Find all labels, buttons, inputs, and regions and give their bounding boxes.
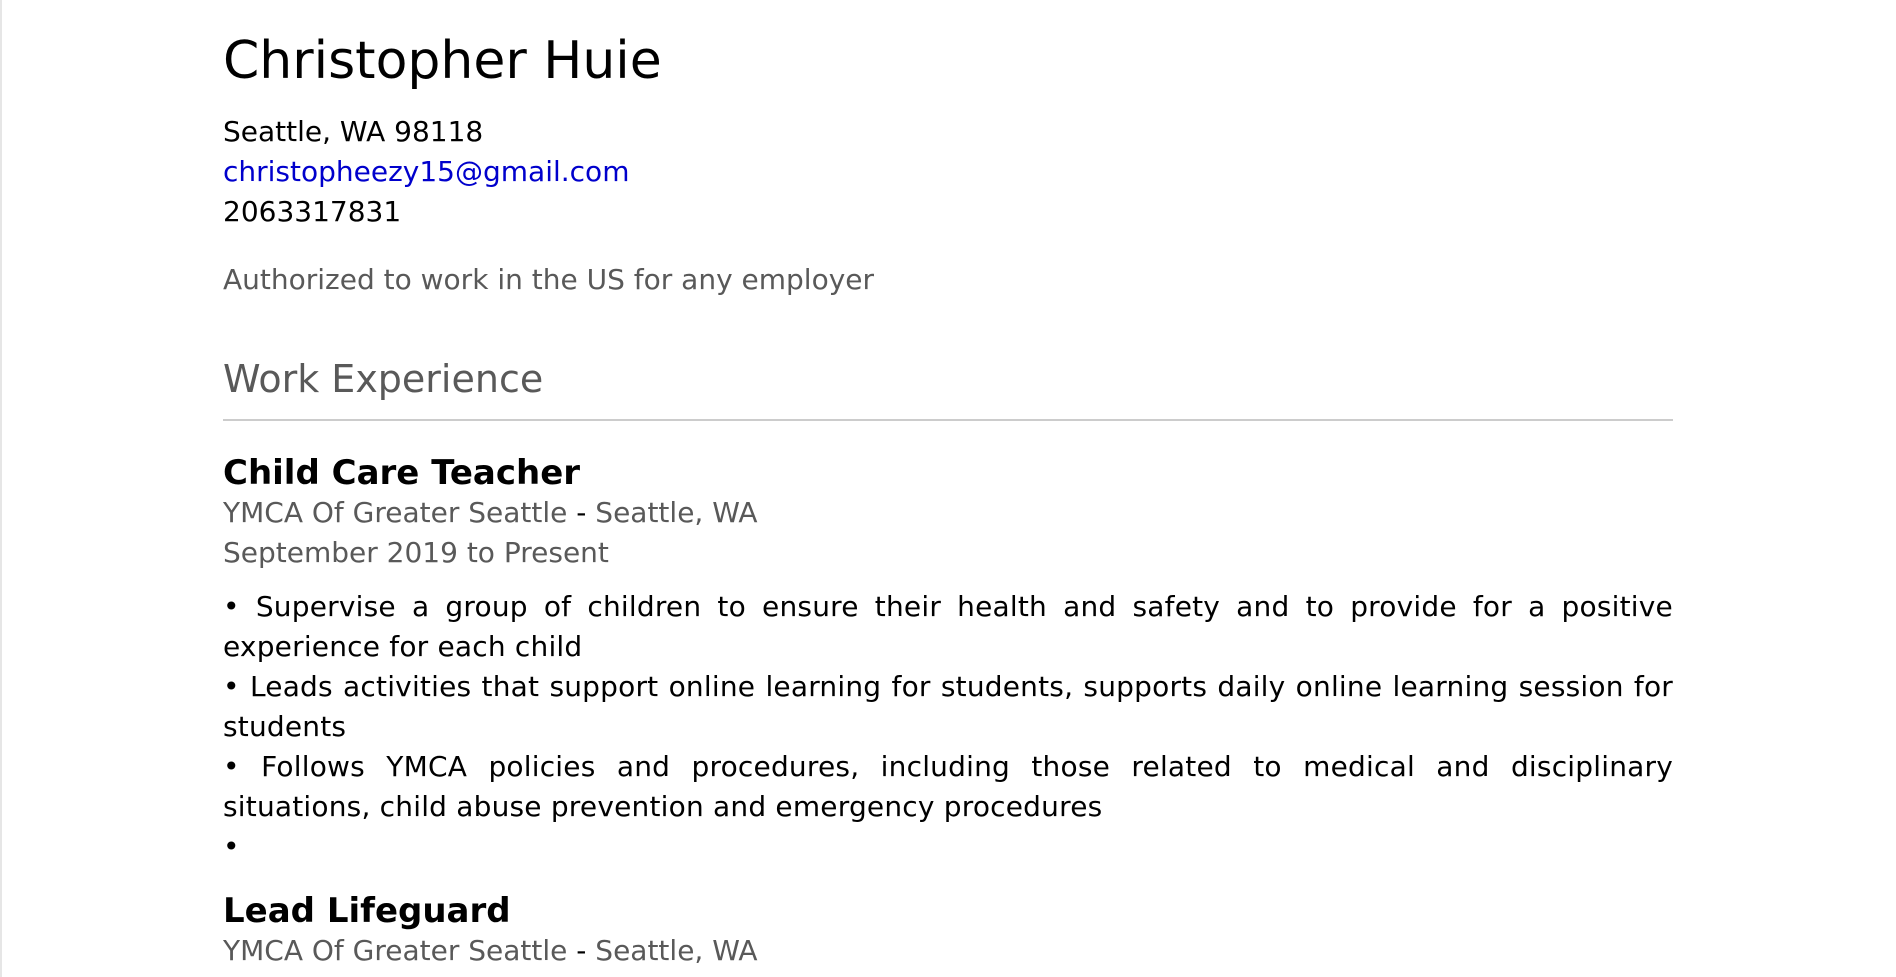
job-location: Seattle, WA <box>595 933 758 967</box>
job-company-line: YMCA Of Greater Seattle - Seattle, WA <box>223 493 1673 533</box>
contact-info: Seattle, WA 98118 christopheezy15@gmail.… <box>223 112 1673 232</box>
job-company: YMCA Of Greater Seattle <box>223 933 568 967</box>
page-left-border <box>0 0 2 977</box>
job-title: Lead Lifeguard <box>223 890 511 931</box>
phone-text: 2063317831 <box>223 195 402 228</box>
location-text: Seattle, WA 98118 <box>223 115 484 148</box>
job-entry: Child Care Teacher YMCA Of Greater Seatt… <box>223 453 1673 867</box>
job-separator: - <box>567 933 596 967</box>
duty-item: • Leads activities that support online l… <box>223 669 1673 743</box>
job-company-line: YMCA Of Greater Seattle - Seattle, WA <box>223 931 1673 971</box>
job-separator: - <box>567 495 596 529</box>
job-dates: September 2019 to Present <box>223 535 609 569</box>
job-company: YMCA Of Greater Seattle <box>223 495 568 529</box>
email-link[interactable]: christopheezy15@gmail.com <box>223 152 1673 192</box>
document-page: Christopher Huie Seattle, WA 98118 chris… <box>0 0 1896 977</box>
work-experience-heading: Work Experience <box>223 353 1673 421</box>
duty-item: • Supervise a group of children to ensur… <box>223 589 1673 663</box>
job-duties: • Supervise a group of children to ensur… <box>223 587 1673 867</box>
job-entry: Lead Lifeguard YMCA Of Greater Seattle -… <box>223 891 1673 971</box>
duty-item: • <box>223 829 240 863</box>
resume: Christopher Huie Seattle, WA 98118 chris… <box>223 0 1673 971</box>
candidate-name: Christopher Huie <box>223 31 662 91</box>
job-title: Child Care Teacher <box>223 452 581 493</box>
job-location: Seattle, WA <box>595 495 758 529</box>
work-authorization: Authorized to work in the US for any emp… <box>223 263 875 296</box>
duty-item: • Follows YMCA policies and procedures, … <box>223 749 1673 823</box>
